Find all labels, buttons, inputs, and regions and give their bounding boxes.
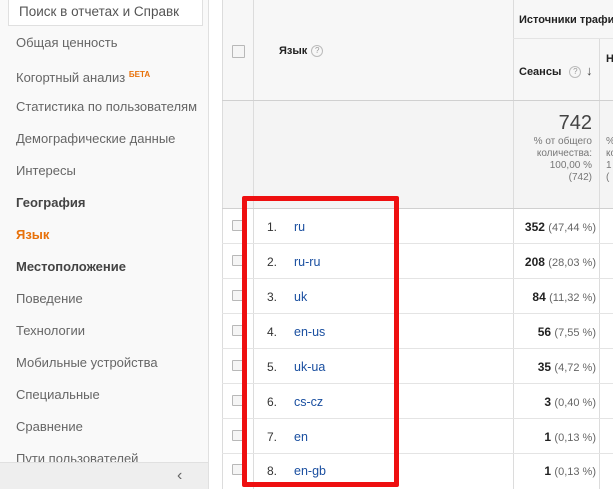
sessions-value: 35 (4,72 %) — [537, 360, 596, 374]
sort-desc-icon[interactable]: ↓ — [586, 63, 593, 78]
column-header-language[interactable]: Язык? — [279, 45, 324, 58]
sessions-value: 56 (7,55 %) — [537, 325, 596, 339]
sidebar-item-custom[interactable]: Специальные — [16, 387, 100, 403]
column-group-traffic-sources: Источники трафи — [519, 14, 613, 26]
help-icon[interactable]: ? — [569, 66, 582, 79]
total-side-text: ( — [606, 172, 610, 183]
total-sessions: 742 — [558, 112, 592, 134]
search-input[interactable]: Поиск в отчетах и Справк — [8, 0, 203, 26]
total-side-text: 1 — [606, 160, 612, 171]
column-header-sessions[interactable]: Сеансы? — [519, 66, 582, 79]
sidebar-item-lifetime-value[interactable]: Общая ценность — [16, 35, 117, 51]
sessions-value: 208 (28,03 %) — [524, 255, 596, 269]
sidebar-item-mobile[interactable]: Мобильные устройства — [16, 355, 158, 371]
sessions-value: 3 (0,40 %) — [544, 395, 596, 409]
sidebar-item-language[interactable]: Язык — [16, 227, 49, 243]
total-pct-value: 100,00 % — [549, 160, 592, 171]
sessions-value: 84 (11,32 %) — [532, 290, 596, 304]
sidebar-collapse-bar[interactable]: ‹ — [0, 462, 208, 489]
sessions-value: 1 (0,13 %) — [544, 430, 596, 444]
sessions-value: 352 (47,44 %) — [524, 220, 596, 234]
column-header-label: Сеансы — [519, 66, 562, 78]
column-header-partial[interactable]: Н — [606, 53, 613, 65]
sidebar-item-geo[interactable]: География — [16, 195, 85, 211]
total-side-text: ко — [606, 148, 613, 159]
sidebar-item-benchmarking[interactable]: Сравнение — [16, 419, 83, 435]
sidebar-item-technology[interactable]: Технологии — [16, 323, 85, 339]
highlight-annotation-box — [242, 196, 399, 487]
sidebar-item-location[interactable]: Местоположение — [16, 259, 126, 275]
chevron-left-icon[interactable]: ‹ — [177, 467, 182, 485]
sidebar-item-label: Когортный анализ — [16, 70, 126, 85]
sidebar: Поиск в отчетах и Справк Общая ценность … — [0, 0, 209, 489]
sidebar-item-demographics[interactable]: Демографические данные — [16, 131, 175, 147]
total-pct-label: % от общего — [533, 136, 592, 147]
sidebar-item-behavior[interactable]: Поведение — [16, 291, 83, 307]
select-all-checkbox[interactable] — [232, 45, 245, 58]
beta-badge: БЕТА — [128, 70, 151, 79]
sidebar-item-interests[interactable]: Интересы — [16, 163, 76, 179]
total-pct-label: количества: — [536, 148, 592, 159]
sidebar-item-user-explorer[interactable]: Статистика по пользователям — [16, 99, 197, 115]
total-side-text: % — [606, 136, 613, 148]
total-count: (742) — [568, 172, 592, 183]
sessions-value: 1 (0,13 %) — [544, 464, 596, 478]
column-header-label: Язык — [279, 45, 308, 57]
sidebar-item-cohort-analysis[interactable]: Когортный анализ БЕТА — [16, 67, 150, 86]
help-icon[interactable]: ? — [311, 45, 324, 58]
